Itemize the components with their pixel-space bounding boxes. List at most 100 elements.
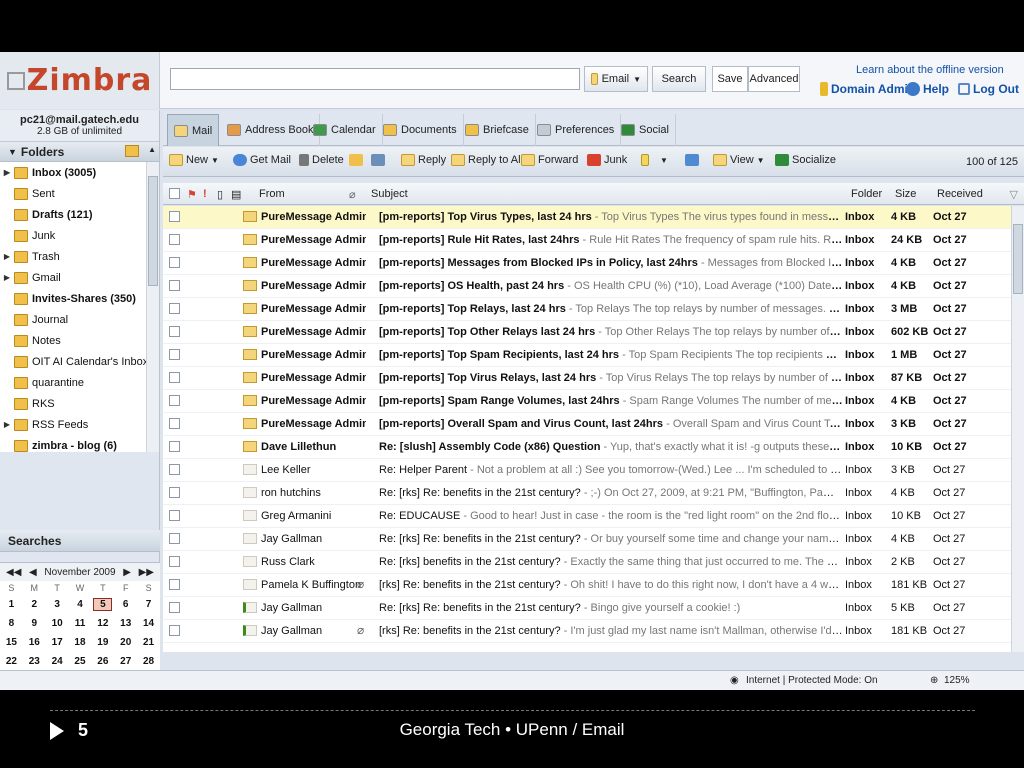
prev-year-button[interactable]: ◀◀ [6, 567, 21, 578]
message-row[interactable]: Jay Gallman Re: [rks] Re: benefits in the… [163, 597, 1018, 620]
status-column-icon[interactable]: ▤ [231, 188, 241, 201]
message-checkbox[interactable] [169, 211, 180, 222]
message-checkbox[interactable] [169, 234, 180, 245]
message-checkbox[interactable] [169, 418, 180, 429]
message-checkbox[interactable] [169, 579, 180, 590]
tab-documents[interactable]: Documents [377, 114, 464, 146]
message-row[interactable]: Lee Keller Re: Helper Parent - Not a prob… [163, 459, 1018, 482]
calendar-day[interactable]: 10 [46, 618, 69, 629]
calendar-day[interactable]: 8 [0, 618, 23, 629]
search-scope-select[interactable]: Email ▼ [584, 66, 648, 92]
expand-icon[interactable]: ▶ [2, 273, 12, 282]
save-search-button[interactable]: Save [712, 66, 748, 92]
calendar-day[interactable]: 11 [69, 618, 92, 629]
subject-column-header[interactable]: Subject [371, 188, 408, 200]
detach-button[interactable] [685, 154, 699, 166]
message-row[interactable]: Greg Armanini Re: EDUCAUSE - Good to hear… [163, 505, 1018, 528]
message-list-scrollbar[interactable] [1011, 206, 1024, 652]
calendar-day[interactable]: 14 [137, 618, 160, 629]
expand-icon[interactable]: ▶ [2, 168, 12, 177]
message-checkbox[interactable] [169, 441, 180, 452]
message-row[interactable]: PureMessage Admin [pm-reports] OS Health,… [163, 275, 1018, 298]
reply-all-button[interactable]: Reply to All [451, 154, 523, 166]
folders-header[interactable]: ▼ Folders ▲ [0, 142, 159, 162]
calendar-day[interactable]: 27 [114, 656, 137, 667]
junk-button[interactable]: Junk [587, 154, 627, 166]
search-button[interactable]: Search [652, 66, 706, 92]
new-folder-icon[interactable] [125, 145, 139, 157]
calendar-day[interactable]: 23 [23, 656, 46, 667]
tag-column-icon[interactable]: ▯ [217, 188, 223, 201]
message-checkbox[interactable] [169, 602, 180, 613]
move-button[interactable] [349, 154, 363, 166]
flag-column-icon[interactable]: ⚑ [187, 188, 197, 201]
calendar-day[interactable]: 12 [91, 618, 114, 629]
calendar-day[interactable]: 7 [137, 599, 160, 610]
logout-link[interactable]: Log Out [958, 82, 1019, 96]
message-checkbox[interactable] [169, 326, 180, 337]
calendar-day[interactable]: 25 [69, 656, 92, 667]
expand-icon[interactable]: ▶ [2, 420, 12, 429]
message-checkbox[interactable] [169, 257, 180, 268]
folder-scrollbar[interactable] [146, 162, 159, 452]
message-checkbox[interactable] [169, 280, 180, 291]
calendar-day[interactable]: 5 [93, 598, 113, 611]
priority-column-icon[interactable]: ! [203, 188, 207, 200]
prev-month-button[interactable]: ◀ [29, 567, 37, 578]
folder-column-header[interactable]: Folder [851, 188, 882, 200]
folder-item[interactable]: ▶ Trash [0, 246, 159, 267]
calendar-day[interactable]: 28 [137, 656, 160, 667]
folder-item[interactable]: Journal [0, 309, 159, 330]
message-row[interactable]: PureMessage Admin [pm-reports] Overall Sp… [163, 413, 1018, 436]
folder-item[interactable]: OIT AI Calendar's Inbox [0, 351, 159, 372]
calendar-day[interactable]: 20 [114, 637, 137, 648]
calendar-day[interactable]: 6 [114, 599, 137, 610]
advanced-search-button[interactable]: Advanced [748, 66, 800, 92]
message-checkbox[interactable] [169, 349, 180, 360]
next-year-button[interactable]: ▶▶ [139, 567, 154, 578]
calendar-day[interactable]: 24 [46, 656, 69, 667]
calendar-day[interactable]: 21 [137, 637, 160, 648]
received-column-header[interactable]: Received [937, 188, 983, 200]
searches-header[interactable]: Searches [0, 530, 160, 552]
calendar-day[interactable]: 2 [23, 599, 46, 610]
tab-preferences[interactable]: Preferences [531, 114, 622, 146]
message-row[interactable]: PureMessage Admin [pm-reports] Top Virus … [163, 206, 1018, 229]
tab-briefcase[interactable]: Briefcase [459, 114, 536, 146]
zoom-icon[interactable]: ⊕ [930, 675, 938, 686]
message-checkbox[interactable] [169, 395, 180, 406]
reply-button[interactable]: Reply [401, 154, 446, 166]
folder-item[interactable]: zimbra - blog (6) [0, 435, 159, 452]
message-row[interactable]: Dave Lillethun Re: [slush] Assembly Code … [163, 436, 1018, 459]
tab-address-book[interactable]: Address Book [221, 114, 321, 146]
folder-item[interactable]: Invites-Shares (350) [0, 288, 159, 309]
message-row[interactable]: Russ Clark Re: [rks] benefits in the 21st… [163, 551, 1018, 574]
message-row[interactable]: PureMessage Admin [pm-reports] Messages f… [163, 252, 1018, 275]
tab-social[interactable]: Social [615, 114, 676, 146]
zoom-level[interactable]: 125% [944, 675, 970, 686]
search-input[interactable] [170, 68, 580, 90]
folder-item[interactable]: ▶ Gmail [0, 267, 159, 288]
select-all-checkbox[interactable] [169, 188, 180, 199]
message-checkbox[interactable] [169, 372, 180, 383]
calendar-day[interactable]: 13 [114, 618, 137, 629]
get-mail-button[interactable]: Get Mail [233, 154, 291, 166]
folder-item[interactable]: Junk [0, 225, 159, 246]
tab-mail[interactable]: Mail [167, 114, 220, 146]
sort-icon[interactable]: ▽ [1010, 188, 1018, 201]
message-row[interactable]: PureMessage Admin [pm-reports] Rule Hit R… [163, 229, 1018, 252]
folder-item[interactable]: Drafts (121) [0, 204, 159, 225]
folder-item[interactable]: Sent [0, 183, 159, 204]
calendar-day[interactable]: 26 [91, 656, 114, 667]
delete-button[interactable]: Delete [299, 154, 344, 166]
calendar-day[interactable]: 17 [46, 637, 69, 648]
folder-item[interactable]: Notes [0, 330, 159, 351]
calendar-day[interactable]: 16 [23, 637, 46, 648]
message-checkbox[interactable] [169, 464, 180, 475]
message-row[interactable]: PureMessage Admin [pm-reports] Top Virus … [163, 367, 1018, 390]
next-month-button[interactable]: ▶ [123, 567, 131, 578]
expand-icon[interactable]: ▶ [2, 252, 12, 261]
calendar-day[interactable]: 22 [0, 656, 23, 667]
message-checkbox[interactable] [169, 510, 180, 521]
socialize-button[interactable]: Socialize [775, 154, 836, 166]
